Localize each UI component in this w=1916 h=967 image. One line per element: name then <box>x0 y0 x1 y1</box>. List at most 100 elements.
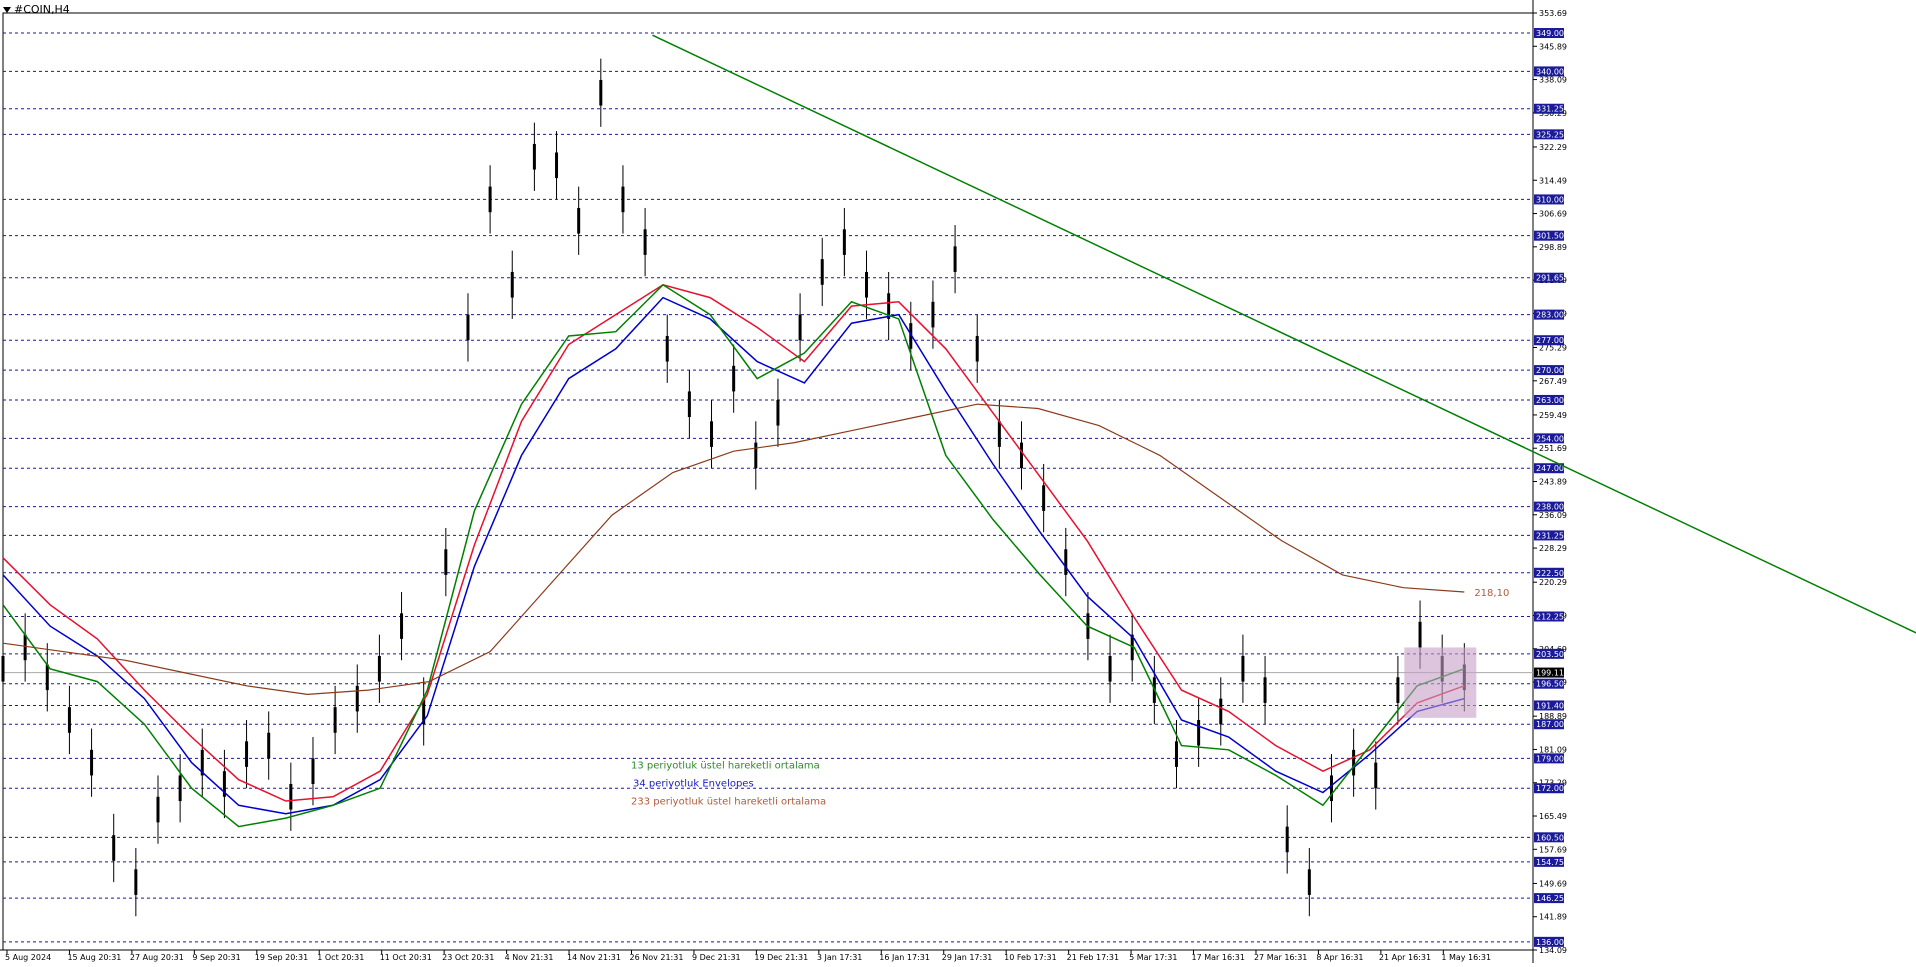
price-bar-body <box>1374 762 1378 789</box>
price-bar-body <box>710 421 714 447</box>
level-label: 160.50 <box>1536 833 1564 842</box>
price-bar-body <box>621 186 625 213</box>
level-label: 301.50 <box>1536 232 1564 241</box>
level-label: 238.00 <box>1536 503 1564 512</box>
price-bar-body <box>687 391 691 418</box>
y-tick-label: 353.69 <box>1539 9 1567 18</box>
x-tick-label: 19 Dec 21:31 <box>754 953 808 962</box>
price-bar-body <box>1285 826 1289 853</box>
level-label: 191.40 <box>1536 701 1564 710</box>
level-label: 231.25 <box>1536 531 1564 540</box>
level-label: 196.50 <box>1536 680 1564 689</box>
price-bar-body <box>1307 869 1311 895</box>
ema-233-value-label: 218,10 <box>1474 588 1509 599</box>
legend-entry: 233 periyotluk üstel hareketli ortalama <box>631 797 826 808</box>
x-tick-label: 27 Mar 16:31 <box>1254 953 1307 962</box>
level-label: 331.25 <box>1536 105 1564 114</box>
y-tick-label: 322.29 <box>1539 143 1567 152</box>
price-bar-body <box>577 207 581 234</box>
price-bar-body <box>90 749 94 776</box>
price-bar-body <box>377 655 381 682</box>
x-tick-label: 9 Dec 21:31 <box>692 953 741 962</box>
price-bar-body <box>156 796 160 823</box>
ema-233-line <box>2 403 1465 696</box>
x-tick-label: 21 Apr 16:31 <box>1379 953 1431 962</box>
price-bar-body <box>112 835 116 861</box>
price-bar-body <box>1197 719 1201 746</box>
level-label: 172.00 <box>1536 784 1564 793</box>
level-label: 263.00 <box>1536 396 1564 405</box>
x-tick-label: 11 Oct 20:31 <box>380 953 432 962</box>
y-tick-label: 306.69 <box>1539 210 1567 219</box>
price-bar-body <box>931 301 935 328</box>
level-label: 222.50 <box>1536 569 1564 578</box>
level-label: 283.00 <box>1536 311 1564 320</box>
price-bar-body <box>532 143 536 170</box>
x-tick-label: 16 Jan 17:31 <box>879 953 930 962</box>
y-tick-label: 141.89 <box>1539 913 1567 922</box>
price-bar-body <box>1108 655 1112 682</box>
x-tick-label: 21 Feb 17:31 <box>1067 953 1119 962</box>
chart-title: #COIN,H4 <box>3 3 70 16</box>
price-bar-body <box>1064 549 1068 575</box>
price-bar-body <box>267 732 271 759</box>
price-bar-body <box>311 758 315 784</box>
level-label: 349.00 <box>1536 29 1564 38</box>
price-bar-body <box>67 707 71 733</box>
price-bar-body <box>444 549 448 575</box>
price-bar-body <box>732 365 736 392</box>
x-tick-label: 23 Oct 20:31 <box>442 953 494 962</box>
level-label: 340.00 <box>1536 67 1564 76</box>
y-tick-label: 165.49 <box>1539 812 1567 821</box>
plot-frame <box>2 12 1534 951</box>
y-tick-label: 314.49 <box>1539 176 1567 185</box>
price-bar-body <box>599 79 603 106</box>
x-tick-label: 27 Aug 20:31 <box>130 953 184 962</box>
price-bar-body <box>23 634 27 661</box>
y-tick-label: 220.29 <box>1539 578 1567 587</box>
chart-canvas: 353.69345.89338.09330.29322.29314.49306.… <box>0 0 1916 963</box>
x-tick-label: 14 Nov 21:31 <box>567 953 621 962</box>
x-tick-label: 9 Sep 20:31 <box>192 953 240 962</box>
y-tick-label: 134.09 <box>1539 946 1567 955</box>
level-label: 203.50 <box>1536 650 1564 659</box>
level-label: 136.00 <box>1536 938 1564 947</box>
price-bar-body <box>776 399 780 426</box>
y-tick-label: 345.89 <box>1539 42 1567 51</box>
highlight-box <box>1404 647 1477 718</box>
x-tick-label: 5 Mar 17:31 <box>1129 953 1177 962</box>
current-price-label: 199.11 <box>1536 669 1564 678</box>
x-tick-label: 3 Jan 17:31 <box>817 953 863 962</box>
price-bar-body <box>510 271 514 298</box>
x-tick-label: 1 May 16:31 <box>1441 953 1491 962</box>
x-tick-label: 17 Mar 16:31 <box>1192 953 1245 962</box>
price-bar-body <box>333 707 337 733</box>
price-bar-body <box>178 775 182 802</box>
x-tick-label: 15 Aug 20:31 <box>67 953 121 962</box>
price-bar-body <box>975 335 979 362</box>
price-bar-body <box>865 271 869 298</box>
collapse-triangle-icon[interactable] <box>3 7 11 13</box>
price-bar-body <box>555 152 559 179</box>
price-bar-body <box>355 685 359 712</box>
level-label: 270.00 <box>1536 366 1564 375</box>
price-bar-body <box>466 314 470 341</box>
y-tick-label: 243.89 <box>1539 478 1567 487</box>
x-tick-label: 10 Feb 17:31 <box>1004 953 1056 962</box>
level-label: 254.00 <box>1536 434 1564 443</box>
level-label: 212.25 <box>1536 613 1564 622</box>
price-bar-body <box>798 314 802 341</box>
y-tick-label: 149.69 <box>1539 879 1567 888</box>
price-bar-body <box>488 186 492 213</box>
level-label: 291.65 <box>1536 274 1564 283</box>
x-tick-label: 8 Apr 16:31 <box>1316 953 1363 962</box>
price-bar-body <box>665 335 669 362</box>
price-bar-body <box>1329 775 1333 802</box>
price-bar-body <box>1396 677 1400 703</box>
price-bar-body <box>400 613 404 639</box>
y-tick-label: 181.09 <box>1539 745 1567 754</box>
y-tick-label: 251.69 <box>1539 444 1567 453</box>
level-label: 325.25 <box>1536 130 1564 139</box>
downtrend-line <box>652 34 1916 634</box>
level-label: 310.00 <box>1536 195 1564 204</box>
